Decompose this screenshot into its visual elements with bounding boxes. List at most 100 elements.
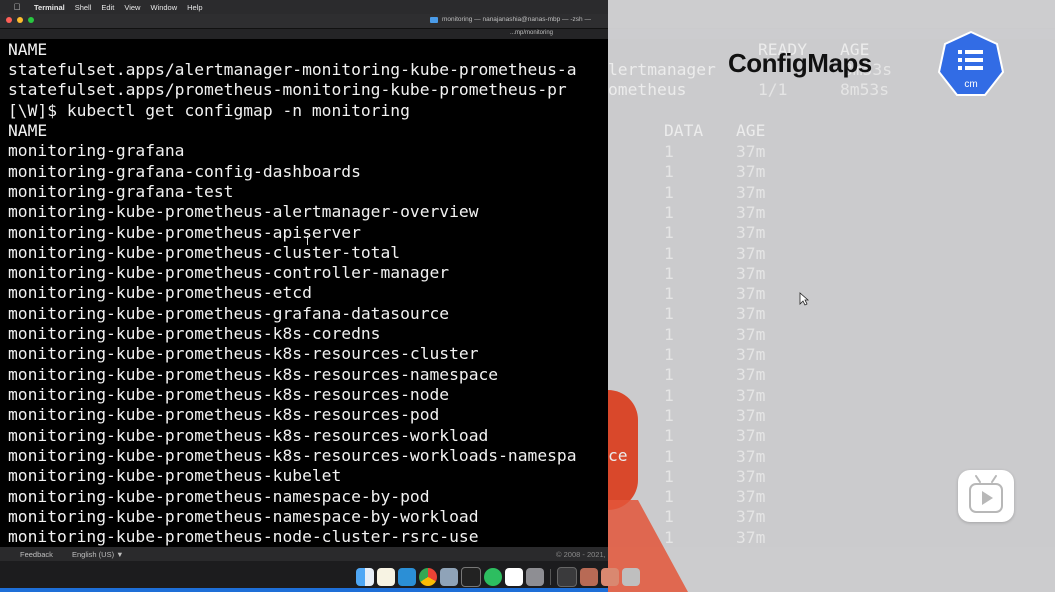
- terminal-line: monitoring-grafana: [8, 141, 185, 160]
- menu-item-shell[interactable]: Shell: [75, 3, 92, 12]
- configmap-data-cell: 1: [664, 487, 674, 506]
- chrome-icon[interactable]: [419, 568, 437, 586]
- terminal-line: monitoring-kube-prometheus-node-cluster-…: [8, 527, 479, 546]
- terminal-line: monitoring-kube-prometheus-k8s-resources…: [8, 405, 440, 424]
- configmap-age-cell: 37m: [736, 162, 766, 181]
- terminal-line: monitoring-kube-prometheus-grafana-datas…: [8, 304, 450, 323]
- vscode-icon[interactable]: [398, 568, 416, 586]
- configmap-age-cell: 37m: [736, 386, 766, 405]
- configmap-age-cell: 37m: [736, 426, 766, 445]
- configmap-age-cell: 37m: [736, 264, 766, 283]
- configmap-age-cell: 37m: [736, 142, 766, 161]
- menu-item-window[interactable]: Window: [150, 3, 177, 12]
- zoom-button[interactable]: [28, 17, 34, 23]
- app-icon[interactable]: [580, 568, 598, 586]
- terminal-line: monitoring-kube-prometheus-etcd: [8, 283, 312, 302]
- configmap-age-cell: 37m: [736, 325, 766, 344]
- overlay-title: ConfigMaps: [728, 48, 872, 78]
- minimize-button[interactable]: [17, 17, 23, 23]
- configmap-data-cell: 1: [664, 447, 674, 466]
- app-icon[interactable]: [601, 568, 619, 586]
- text-cursor: [307, 236, 308, 245]
- play-icon: [969, 475, 1003, 513]
- configmap-age-cell: 37m: [736, 304, 766, 323]
- configmap-icon-label: cm: [964, 79, 977, 90]
- overflow-row2-ready: 1/1: [758, 80, 788, 99]
- language-selector[interactable]: English (US) ▼: [72, 550, 124, 559]
- play-button[interactable]: [958, 470, 1014, 522]
- menu-item-view[interactable]: View: [124, 3, 140, 12]
- terminal-line: NAME: [8, 40, 48, 59]
- activity-monitor-icon[interactable]: [557, 567, 577, 587]
- configmap-age-cell: 37m: [736, 467, 766, 486]
- window-controls: [6, 17, 34, 23]
- configmap-data-cell: 1: [664, 345, 674, 364]
- configmap-data-cell: 1: [664, 244, 674, 263]
- configmap-age-cell: 37m: [736, 528, 766, 547]
- terminal-line: monitoring-kube-prometheus-k8s-resources…: [8, 426, 489, 445]
- menu-item-help[interactable]: Help: [187, 3, 202, 12]
- terminal-line: monitoring-kube-prometheus-k8s-resources…: [8, 344, 479, 363]
- window-title: monitoring — nanajanashia@nanas-mbp — -z…: [430, 16, 591, 23]
- configmap-age-cell: 37m: [736, 447, 766, 466]
- configmap-data-cell: 1: [664, 284, 674, 303]
- copyright-text: © 2008 - 2021,: [556, 550, 606, 559]
- configmap-data-cell: 1: [664, 467, 674, 486]
- terminal-prompt-line: [\W]$ kubectl get configmap -n monitorin…: [8, 101, 410, 120]
- terminal-line: monitoring-kube-prometheus-alertmanager-…: [8, 202, 479, 221]
- apple-menu-icon[interactable]: : [10, 2, 24, 12]
- configmap-age-cell: 37m: [736, 365, 766, 384]
- terminal-line: monitoring-grafana-test: [8, 182, 234, 201]
- mouse-pointer-icon: [799, 292, 809, 306]
- tab-path[interactable]: ...mp/monitoring: [510, 30, 553, 36]
- evernote-icon[interactable]: [484, 568, 502, 586]
- configmap-data-cell: 1: [664, 507, 674, 526]
- menu-app-name[interactable]: Terminal: [34, 3, 65, 12]
- configmap-data-cell: 1: [664, 142, 674, 161]
- terminal-line: statefulset.apps/prometheus-monitoring-k…: [8, 80, 567, 99]
- taskbar-accent: [0, 588, 608, 592]
- trash-icon[interactable]: [622, 568, 640, 586]
- configmap-data-cell: 1: [664, 264, 674, 283]
- terminal-line: statefulset.apps/alertmanager-monitoring…: [8, 60, 577, 79]
- configmap-age-cell: 37m: [736, 345, 766, 364]
- menu-item-edit[interactable]: Edit: [101, 3, 114, 12]
- configmap-age-cell: 37m: [736, 244, 766, 263]
- configmap-data-cell: 1: [664, 325, 674, 344]
- terminal-line: monitoring-kube-prometheus-namespace-by-…: [8, 487, 430, 506]
- preview-icon[interactable]: [440, 568, 458, 586]
- configmap-age-cell: 37m: [736, 406, 766, 425]
- configmap-data-cell: 1: [664, 304, 674, 323]
- configmap-data-cell: 1: [664, 426, 674, 445]
- close-button[interactable]: [6, 17, 12, 23]
- configmap-data-cell: 1: [664, 406, 674, 425]
- terminal-line: monitoring-grafana-config-dashboards: [8, 162, 361, 181]
- terminal-icon[interactable]: [461, 567, 481, 587]
- folder-icon: [430, 16, 438, 23]
- configmap-age-cell: 37m: [736, 183, 766, 202]
- terminal-line: monitoring-kube-prometheus-k8s-resources…: [8, 385, 450, 404]
- configmap-age-cell: 37m: [736, 223, 766, 242]
- configmaps-overlay: READY AGE lertmanager 8m53s ometheus 1/1…: [608, 0, 1055, 592]
- calendar-icon[interactable]: [505, 568, 523, 586]
- configmap-age-cell: 37m: [736, 284, 766, 303]
- feedback-link[interactable]: Feedback: [20, 550, 53, 559]
- notes-icon[interactable]: [377, 568, 395, 586]
- finder-icon[interactable]: [356, 568, 374, 586]
- terminal-line: monitoring-kube-prometheus-k8s-resources…: [8, 365, 499, 384]
- terminal-line: monitoring-kube-prometheus-namespace-by-…: [8, 507, 479, 526]
- terminal-line: NAME: [8, 121, 48, 140]
- terminal-line: monitoring-kube-prometheus-cluster-total: [8, 243, 401, 262]
- terminal-line: monitoring-kube-prometheus-k8s-coredns: [8, 324, 381, 343]
- column-header-age-cm: AGE: [736, 121, 766, 140]
- configmap-data-cell: 1: [664, 162, 674, 181]
- terminal-line: monitoring-kube-prometheus-kubelet: [8, 466, 342, 485]
- status-bar: Feedback English (US) ▼ © 2008 - 2021,: [0, 547, 608, 561]
- configmap-age-cell: 37m: [736, 507, 766, 526]
- configmap-data-cell: 1: [664, 528, 674, 547]
- system-preferences-icon[interactable]: [526, 568, 544, 586]
- overflow-row2-age: 8m53s: [840, 80, 890, 99]
- column-header-data: DATA: [664, 121, 704, 140]
- terminal-line: monitoring-kube-prometheus-controller-ma…: [8, 263, 450, 282]
- dock-separator: [550, 569, 551, 585]
